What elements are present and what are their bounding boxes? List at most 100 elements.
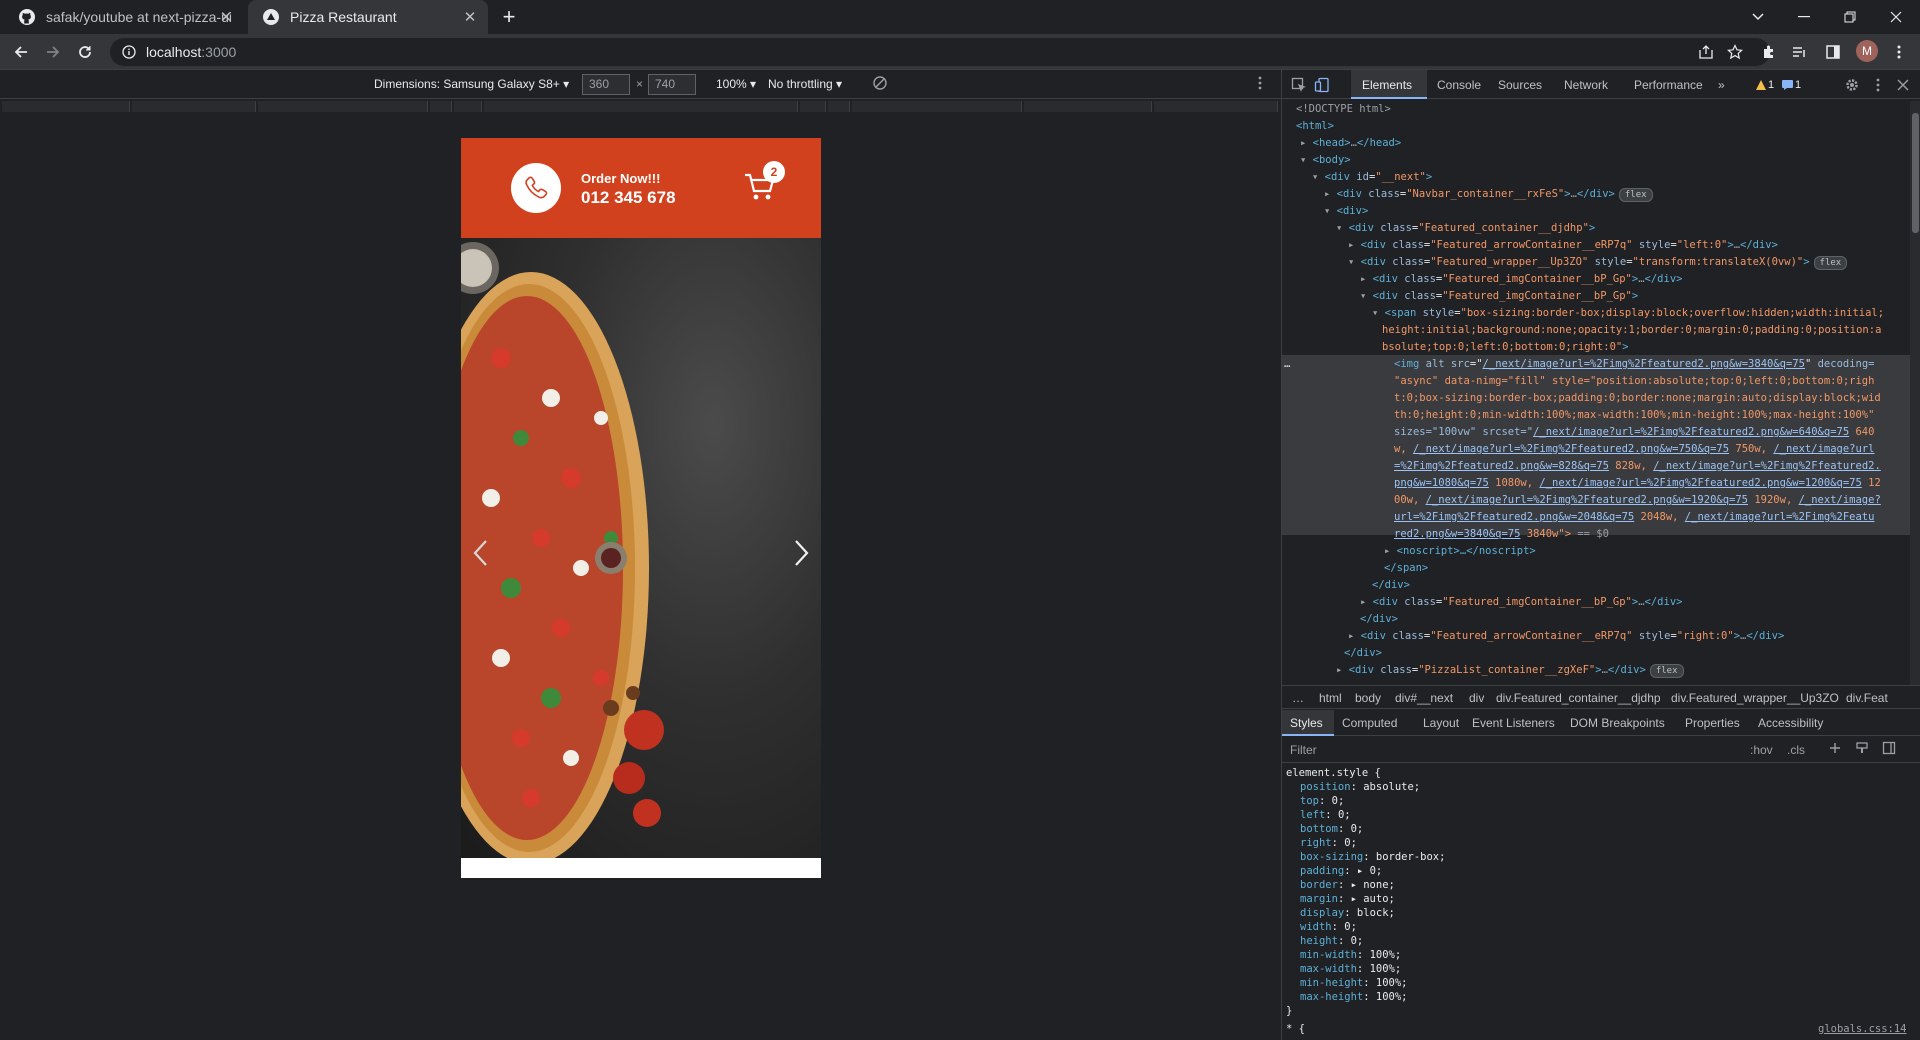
browser-tab-github[interactable]: safak/youtube at next-pizza-ui ✕ (4, 0, 244, 34)
profile-avatar[interactable]: M (1856, 40, 1878, 62)
tab-sources[interactable]: Sources (1498, 78, 1542, 92)
cls-toggle[interactable]: .cls (1787, 743, 1805, 757)
media-query-ruler[interactable] (0, 99, 1281, 115)
info-icon[interactable] (122, 45, 136, 59)
dom-node-next[interactable]: ▾ <div id="__next"> (1312, 169, 1432, 186)
style-property-value[interactable]: ▸ auto; (1351, 893, 1395, 905)
tab-network[interactable]: Network (1564, 78, 1608, 92)
style-property-value[interactable]: ▸ none; (1351, 879, 1395, 891)
inspect-element-icon[interactable] (1290, 76, 1308, 94)
style-property[interactable]: display: block; (1300, 906, 1395, 920)
style-property[interactable]: margin: ▸ auto; (1300, 892, 1395, 906)
dom-node-img-container-3[interactable]: ▸ <div class="Featured_imgContainer__bP_… (1360, 594, 1682, 611)
ruler-segment[interactable] (2, 101, 130, 112)
style-property-name[interactable]: top (1300, 795, 1319, 807)
throttling-dropdown[interactable]: No throttling ▾ (768, 77, 842, 91)
style-property-value[interactable]: ▸ 0; (1357, 865, 1382, 877)
style-property-name[interactable]: height (1300, 935, 1338, 947)
style-property-value[interactable]: 0; (1344, 837, 1357, 849)
style-property[interactable]: padding: ▸ 0; (1300, 864, 1382, 878)
share-icon[interactable] (1695, 41, 1717, 63)
style-property-name[interactable]: bottom (1300, 823, 1338, 835)
style-property-name[interactable]: box-sizing (1300, 851, 1363, 863)
chrome-menu-icon[interactable] (1886, 39, 1912, 65)
style-property-value[interactable]: 100%; (1370, 949, 1402, 961)
device-toolbar-toggle-icon[interactable] (1313, 76, 1331, 94)
side-panel-icon[interactable] (1820, 39, 1846, 65)
dom-node-featured-container[interactable]: ▾ <div class="Featured_container__djdhp"… (1336, 220, 1595, 237)
extensions-icon[interactable] (1756, 39, 1782, 65)
style-property-name[interactable]: margin (1300, 893, 1338, 905)
flex-badge[interactable]: flex (1618, 188, 1653, 202)
dom-node-pizzalist[interactable]: ▸ <div class="PizzaList_container__zgXeF… (1336, 662, 1684, 679)
style-property-value[interactable]: block; (1357, 907, 1395, 919)
dom-node-navbar[interactable]: ▸ <div class="Navbar_container__rxFeS">…… (1324, 186, 1653, 203)
dom-node-div[interactable]: ▾ <div> (1324, 203, 1368, 220)
bookmark-star-icon[interactable] (1724, 41, 1746, 63)
style-property[interactable]: position: absolute; (1300, 780, 1420, 794)
new-tab-button[interactable]: + (496, 4, 522, 30)
restore-button[interactable] (1828, 0, 1872, 34)
ruler-segment[interactable] (828, 101, 850, 112)
style-source-link[interactable]: globals.css:14 (1818, 1022, 1907, 1036)
dom-node-img-container-1[interactable]: ▸ <div class="Featured_imgContainer__bP_… (1360, 271, 1682, 288)
style-property-name[interactable]: padding (1300, 865, 1344, 877)
device-width-input[interactable]: 360 (582, 74, 630, 95)
ruler-segment[interactable] (1154, 101, 1278, 112)
messages-badge[interactable]: 1 (1782, 77, 1801, 93)
browser-tab-pizza[interactable]: Pizza Restaurant ✕ (248, 0, 488, 34)
flex-badge[interactable]: flex (1813, 256, 1848, 270)
breadcrumb-item[interactable]: html (1319, 691, 1342, 705)
breadcrumb-item[interactable]: … (1292, 691, 1304, 705)
reading-list-icon[interactable] (1786, 39, 1812, 65)
device-toolbar-more-icon[interactable] (1258, 76, 1262, 90)
breadcrumb-item[interactable]: body (1355, 691, 1381, 705)
style-property-value[interactable]: 0; (1344, 921, 1357, 933)
forward-icon[interactable] (40, 39, 66, 65)
style-property[interactable]: min-width: 100%; (1300, 948, 1401, 962)
ruler-segment[interactable] (852, 101, 1022, 112)
call-button[interactable] (511, 163, 561, 213)
flex-badge[interactable]: flex (1649, 664, 1684, 678)
hov-toggle[interactable]: :hov (1750, 743, 1773, 757)
style-property-name[interactable]: min-width (1300, 949, 1357, 961)
ruler-segment[interactable] (258, 101, 428, 112)
style-property[interactable]: border: ▸ none; (1300, 878, 1395, 892)
style-property-name[interactable]: position (1300, 781, 1351, 793)
style-property-value[interactable]: 0; (1338, 809, 1351, 821)
style-property-value[interactable]: absolute; (1363, 781, 1420, 793)
style-property[interactable]: min-height: 100%; (1300, 976, 1407, 990)
dom-node-body[interactable]: ▾ <body> (1300, 152, 1351, 169)
minimize-button[interactable] (1782, 0, 1826, 34)
style-property-name[interactable]: border (1300, 879, 1338, 891)
devtools-settings-icon[interactable] (1843, 76, 1861, 94)
tab-event-listeners[interactable]: Event Listeners (1472, 716, 1555, 730)
dom-node-arrow-right[interactable]: ▸ <div class="Featured_arrowContainer__e… (1348, 628, 1784, 645)
tab-properties[interactable]: Properties (1685, 716, 1740, 730)
devtools-more-icon[interactable] (1869, 76, 1887, 94)
dom-node-img[interactable]: <img alt src="/_next/image?url=%2Fimg%2F… (1394, 356, 1875, 373)
tab-layout[interactable]: Layout (1423, 716, 1459, 730)
dom-node-arrow-left[interactable]: ▸ <div class="Featured_arrowContainer__e… (1348, 237, 1778, 254)
rotate-icon[interactable] (872, 75, 888, 91)
device-height-input[interactable]: 740 (648, 74, 696, 95)
ruler-segment[interactable] (1024, 101, 1152, 112)
dom-node-span[interactable]: ▾ <span style="box-sizing:border-box;dis… (1372, 305, 1884, 322)
dom-tree[interactable]: <!DOCTYPE html> <html> ▸ <head>…</head> … (1282, 101, 1910, 685)
style-property[interactable]: max-width: 100%; (1300, 962, 1401, 976)
style-property-value[interactable]: 100%; (1370, 963, 1402, 975)
breadcrumb-item[interactable]: div#__next (1395, 691, 1453, 705)
tab-search-icon[interactable] (1736, 0, 1780, 34)
tab-dom-breakpoints[interactable]: DOM Breakpoints (1570, 716, 1665, 730)
style-property-value[interactable]: 100%; (1376, 977, 1408, 989)
dom-node-doctype[interactable]: <!DOCTYPE html> (1296, 101, 1391, 118)
tab-console[interactable]: Console (1437, 78, 1481, 92)
tab-performance[interactable]: Performance (1634, 78, 1703, 92)
style-property-name[interactable]: left (1300, 809, 1325, 821)
style-property-value[interactable]: 100%; (1376, 991, 1408, 1003)
dom-node-wrapper[interactable]: ▾ <div class="Featured_wrapper__Up3ZO" s… (1348, 254, 1848, 271)
style-property[interactable]: right: 0; (1300, 836, 1357, 850)
style-property[interactable]: left: 0; (1300, 808, 1351, 822)
dom-node-more-dots[interactable]: … (1284, 356, 1290, 373)
new-rule-icon[interactable] (1828, 741, 1842, 755)
